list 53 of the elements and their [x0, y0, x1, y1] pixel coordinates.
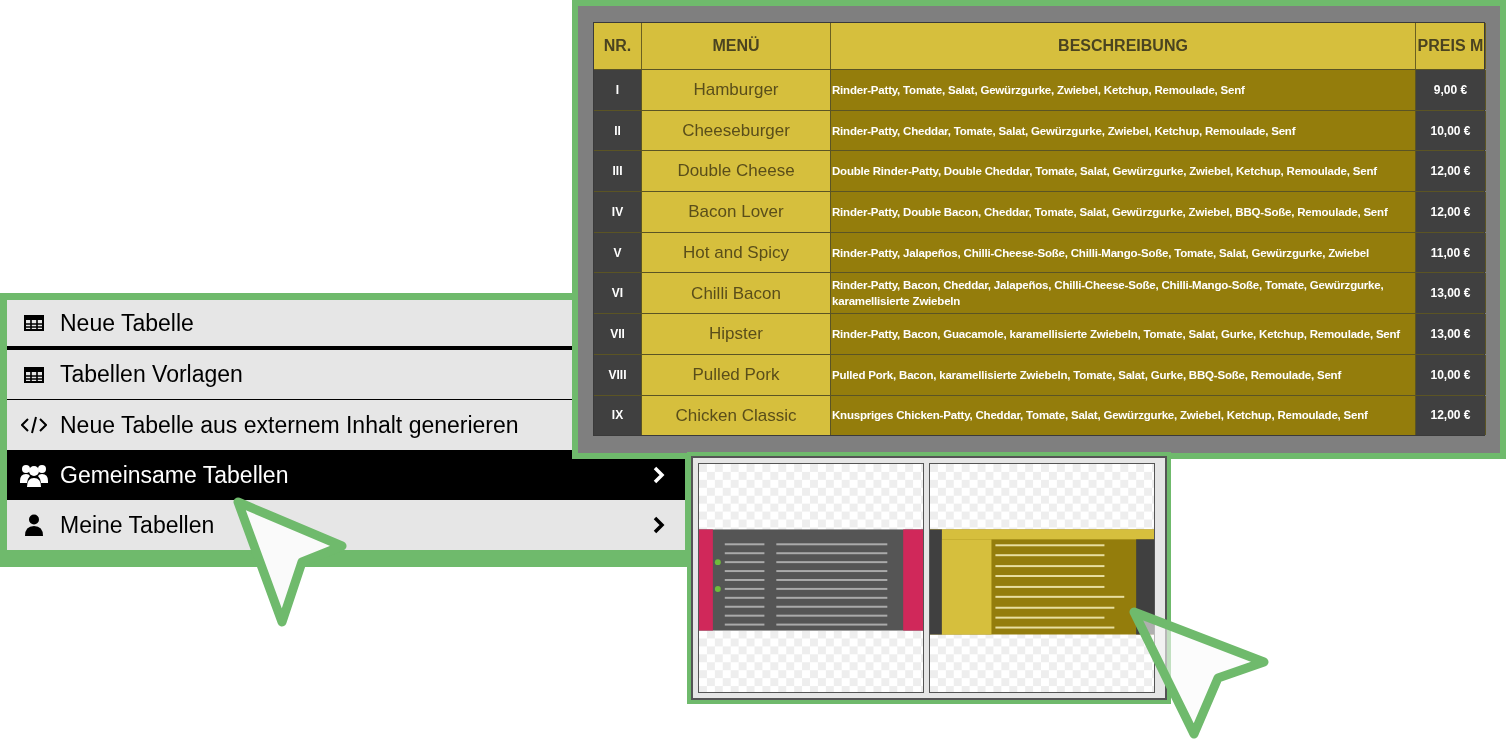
price-cell: 12,00 € — [1416, 192, 1486, 232]
user-icon — [25, 514, 43, 536]
price-cell: 13,00 € — [1416, 314, 1486, 354]
number-cell: III — [594, 151, 642, 192]
table-thumbnail-drawing[interactable] — [929, 463, 1155, 693]
table-thumbnail-drawing[interactable] — [698, 463, 924, 693]
menu-item[interactable]: Neue Tabelle aus externem Inhalt generieren — [7, 400, 572, 450]
price-cell: 9,00 € — [1416, 70, 1486, 110]
column-header: NR. — [594, 23, 642, 69]
price-cell: 12,00 € — [1416, 395, 1486, 436]
price-cell: 10,00 € — [1416, 354, 1486, 395]
description-cell: Rinder-Patty, Cheddar, Tomate, Salat, Gewürzgurke, Zwiebel, Ketchup, Remoulade, Senf — [831, 110, 1416, 151]
description-cell: Rinder-Patty, Double Bacon, Cheddar, Tomate, Salat, Gewürzgurke, Zwiebel, BBQ-Soße, Remoulade, Senf — [831, 192, 1416, 232]
number-cell: I — [594, 70, 642, 110]
price-cell: 12,00 € — [1416, 151, 1486, 192]
description-cell: Rinder-Patty, Bacon, Cheddar, Jalapeños, Chilli-Cheese-Soße, Chilli-Mango-Soße, Tomate, Gewürzgurke, karamellisierte Zwiebeln — [831, 273, 1416, 314]
table-icon — [24, 366, 44, 383]
price-cell: 11,00 € — [1416, 232, 1486, 273]
number-cell: VIII — [594, 354, 642, 395]
menu-item[interactable]: Gemeinsame Tabellen — [7, 450, 685, 500]
menu-name-cell: Double Cheese — [642, 151, 831, 192]
menu-item[interactable]: Neue Tabelle — [7, 300, 572, 350]
menu-name-cell: Hamburger — [642, 70, 831, 110]
menu-item[interactable]: Meine Tabellen — [7, 500, 685, 550]
menu-name-cell: Cheeseburger — [642, 110, 831, 151]
description-cell: Knuspriges Chicken-Patty, Cheddar, Tomate, Salat, Gewürzgurke, Zwiebel, Ketchup, Remoulade, Senf — [831, 395, 1416, 436]
column-header: MENÜ — [642, 23, 831, 69]
menu-name-cell: Hot and Spicy — [642, 232, 831, 273]
number-cell: IX — [594, 395, 642, 436]
menu-name-cell: Chicken Classic — [642, 395, 831, 436]
menu-name-cell: Hipster — [642, 314, 831, 354]
price-cell: 13,00 € — [1416, 273, 1486, 314]
users-icon — [20, 463, 48, 487]
number-cell: II — [594, 110, 642, 151]
description-cell: Rinder-Patty, Tomate, Salat, Gewürzgurke, Zwiebel, Ketchup, Remoulade, Senf — [831, 70, 1416, 110]
description-cell: Double Rinder-Patty, Double Cheddar, Tomate, Salat, Gewürzgurke, Zwiebel, Ketchup, Remoulade, Senf — [831, 151, 1416, 192]
menu-name-cell: Pulled Pork — [642, 354, 831, 395]
menu-name-cell: Bacon Lover — [642, 192, 831, 232]
number-cell: VI — [594, 273, 642, 314]
description-cell: Rinder-Patty, Jalapeños, Chilli-Cheese-Soße, Chilli-Mango-Soße, Tomate, Salat, Gewürzgurke, Zwiebel — [831, 232, 1416, 273]
description-cell: Rinder-Patty, Bacon, Guacamole, karamellisierte Zwiebeln, Tomate, Salat, Gurke, Ketchup, Remoulade, Senf — [831, 314, 1416, 354]
menu-item[interactable]: Tabellen Vorlagen — [7, 350, 572, 400]
mouse-pointer-icon — [1128, 606, 1270, 740]
column-header: BESCHREIBUNG — [831, 23, 1416, 69]
code-icon — [21, 415, 47, 435]
number-cell: V — [594, 232, 642, 273]
price-cell: 10,00 € — [1416, 110, 1486, 151]
number-cell: VII — [594, 314, 642, 354]
description-cell: Pulled Pork, Bacon, karamellisierte Zwiebeln, Tomate, Salat, Gurke, BBQ-Soße, Remoulade, Senf — [831, 354, 1416, 395]
menu-name-cell: Chilli Bacon — [642, 273, 831, 314]
table-icon — [24, 315, 44, 331]
number-cell: IV — [594, 192, 642, 232]
column-header: PREIS M — [1416, 23, 1486, 69]
